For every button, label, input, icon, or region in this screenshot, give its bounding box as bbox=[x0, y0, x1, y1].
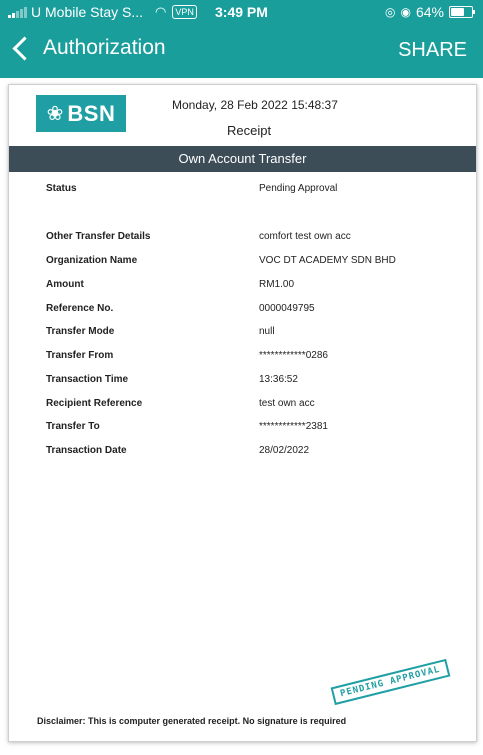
detail-label: Transfer From bbox=[46, 350, 114, 361]
battery-fill bbox=[451, 8, 464, 16]
pending-approval-stamp: PENDING APPROVAL bbox=[330, 658, 451, 706]
detail-value: 13:36:52 bbox=[259, 374, 298, 385]
detail-value: Pending Approval bbox=[259, 183, 338, 194]
battery-percent: 64% bbox=[415, 4, 444, 20]
receipt-title: Receipt bbox=[227, 123, 272, 138]
nav-bar: Authorization SHARE bbox=[0, 30, 483, 74]
chevron-left-icon bbox=[12, 35, 37, 61]
carrier-name: U Mobile Stay S... bbox=[31, 4, 144, 20]
receipt-card: ❀ BSN Monday, 28 Feb 2022 15:48:37 Recei… bbox=[8, 84, 477, 742]
detail-row-recipient-reference: Recipient Reference test own acc bbox=[9, 398, 476, 416]
detail-value: RM1.00 bbox=[259, 279, 295, 290]
wifi-icon: ◠ bbox=[155, 4, 167, 19]
detail-row-transaction-date: Transaction Date 28/02/2022 bbox=[9, 445, 476, 463]
detail-row-reference-no: Reference No. 0000049795 bbox=[9, 303, 476, 321]
detail-label: Transaction Date bbox=[46, 445, 127, 456]
battery-icon bbox=[449, 6, 475, 18]
detail-label: Other Transfer Details bbox=[46, 231, 151, 242]
detail-value: 28/02/2022 bbox=[259, 445, 310, 456]
status-bar-left: U Mobile Stay S... ◠ VPN bbox=[8, 4, 197, 20]
back-button[interactable]: Authorization bbox=[10, 35, 166, 61]
detail-value: ************0286 bbox=[259, 350, 328, 361]
detail-row-other-transfer-details: Other Transfer Details comfort test own … bbox=[9, 231, 476, 249]
vpn-badge: VPN bbox=[172, 5, 197, 19]
detail-value: ************2381 bbox=[259, 421, 328, 432]
detail-value: null bbox=[259, 326, 275, 337]
share-button[interactable]: SHARE bbox=[398, 39, 467, 62]
detail-value: 0000049795 bbox=[259, 303, 315, 314]
receipt-date: Monday, 28 Feb 2022 15:48:37 bbox=[172, 98, 338, 112]
detail-row-transfer-to: Transfer To ************2381 bbox=[9, 421, 476, 439]
detail-label: Transfer To bbox=[46, 421, 100, 432]
detail-row-transfer-mode: Transfer Mode null bbox=[9, 326, 476, 344]
disclaimer-text: Disclaimer: This is computer generated r… bbox=[37, 716, 347, 726]
detail-label: Recipient Reference bbox=[46, 398, 143, 409]
detail-row-amount: Amount RM1.00 bbox=[9, 279, 476, 297]
detail-label: Transaction Time bbox=[46, 374, 129, 385]
detail-label: Amount bbox=[46, 279, 84, 290]
tree-icon: ❀ bbox=[46, 102, 64, 125]
detail-row-status: Status Pending Approval bbox=[9, 183, 476, 201]
detail-row-transaction-time: Transaction Time 13:36:52 bbox=[9, 374, 476, 392]
status-time: 3:49 PM bbox=[215, 4, 268, 20]
detail-value: test own acc bbox=[259, 398, 315, 409]
detail-row-transfer-from: Transfer From ************0286 bbox=[9, 350, 476, 368]
alarm-icon: ◉ bbox=[400, 5, 411, 19]
logo-text: BSN bbox=[67, 100, 116, 126]
status-bar: U Mobile Stay S... ◠ VPN 3:49 PM ◎ ◉ 64% bbox=[0, 0, 483, 24]
location-icon: ◎ bbox=[385, 5, 396, 19]
status-bar-right: ◎ ◉ 64% bbox=[385, 4, 475, 20]
detail-label: Reference No. bbox=[46, 303, 114, 314]
section-title: Own Account Transfer bbox=[9, 146, 476, 172]
detail-label: Organization Name bbox=[46, 255, 138, 266]
detail-row-organization-name: Organization Name VOC DT ACADEMY SDN BHD bbox=[9, 255, 476, 273]
detail-label: Transfer Mode bbox=[46, 326, 115, 337]
signal-icon bbox=[8, 6, 27, 18]
bsn-logo: ❀ BSN bbox=[36, 95, 126, 132]
detail-value: comfort test own acc bbox=[259, 231, 351, 242]
detail-label: Status bbox=[46, 183, 77, 194]
detail-value: VOC DT ACADEMY SDN BHD bbox=[259, 255, 396, 266]
app-header: U Mobile Stay S... ◠ VPN 3:49 PM ◎ ◉ 64%… bbox=[0, 0, 483, 78]
page-title: Authorization bbox=[43, 36, 166, 59]
